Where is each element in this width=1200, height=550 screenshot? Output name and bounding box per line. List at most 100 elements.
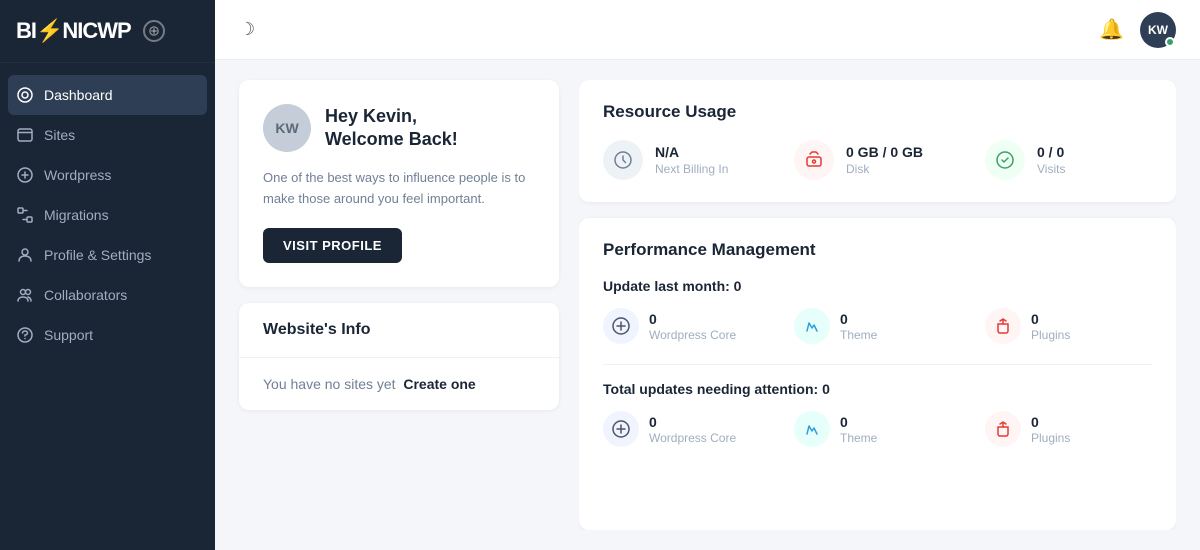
migrations-icon bbox=[16, 206, 34, 224]
disk-icon bbox=[794, 140, 834, 180]
websites-info-header: Website's Info bbox=[239, 303, 559, 358]
plugins-value: 0 bbox=[1031, 311, 1070, 327]
billing-label: Next Billing In bbox=[655, 162, 728, 176]
dashboard-icon bbox=[16, 86, 34, 104]
theme-info: 0 Theme bbox=[840, 311, 877, 342]
user-avatar-button[interactable]: KW bbox=[1140, 12, 1176, 48]
online-status-dot bbox=[1165, 37, 1175, 47]
attention-theme-info: 0 Theme bbox=[840, 414, 877, 445]
sidebar-item-migrations[interactable]: Migrations bbox=[0, 195, 215, 235]
plugins-label: Plugins bbox=[1031, 328, 1070, 342]
attention-theme-icon bbox=[794, 411, 830, 447]
attention-plugins: 0 Plugins bbox=[985, 411, 1152, 447]
websites-info-card: Website's Info You have no sites yet Cre… bbox=[239, 303, 559, 410]
sites-icon bbox=[16, 126, 34, 144]
attention-theme-label: Theme bbox=[840, 431, 877, 445]
resource-grid: N/A Next Billing In 0 GB / 0 GB Disk bbox=[603, 140, 1152, 180]
attention-grid: 0 Wordpress Core 0 Theme bbox=[603, 411, 1152, 447]
sidebar-item-dashboard[interactable]: Dashboard bbox=[8, 75, 207, 115]
welcome-heading: Hey Kevin, Welcome Back! bbox=[325, 105, 458, 152]
support-icon bbox=[16, 326, 34, 344]
sidebar-item-label: Sites bbox=[44, 127, 75, 143]
content-area: KW Hey Kevin, Welcome Back! One of the b… bbox=[215, 60, 1200, 550]
visits-label: Visits bbox=[1037, 162, 1065, 176]
sidebar-item-profile[interactable]: Profile & Settings bbox=[0, 235, 215, 275]
attention-wp-value: 0 bbox=[649, 414, 736, 430]
welcome-text: Hey Kevin, Welcome Back! bbox=[325, 105, 458, 152]
sidebar-item-label: Collaborators bbox=[44, 287, 127, 303]
attention-wp-icon bbox=[603, 411, 639, 447]
wp-core-info: 0 Wordpress Core bbox=[649, 311, 736, 342]
sidebar-item-support[interactable]: Support bbox=[0, 315, 215, 355]
resource-usage-card: Resource Usage N/A Next Billing In bbox=[579, 80, 1176, 202]
theme-label: Theme bbox=[840, 328, 877, 342]
attention-wp-info: 0 Wordpress Core bbox=[649, 414, 736, 445]
no-sites-message: You have no sites yet Create one bbox=[263, 376, 535, 392]
welcome-card: KW Hey Kevin, Welcome Back! One of the b… bbox=[239, 80, 559, 287]
theme-icon bbox=[794, 308, 830, 344]
sidebar-nav: Dashboard Sites Wordpress Migrations bbox=[0, 63, 215, 550]
wp-core-value: 0 bbox=[649, 311, 736, 327]
sidebar-item-collaborators[interactable]: Collaborators bbox=[0, 275, 215, 315]
visits-value: 0 / 0 bbox=[1037, 144, 1065, 160]
disk-label: Disk bbox=[846, 162, 923, 176]
billing-value: N/A bbox=[655, 144, 728, 160]
sidebar-item-label: Support bbox=[44, 327, 93, 343]
disk-value: 0 GB / 0 GB bbox=[846, 144, 923, 160]
resource-visits: 0 / 0 Visits bbox=[985, 140, 1152, 180]
profile-icon bbox=[16, 246, 34, 264]
last-month-plugins: 0 Plugins bbox=[985, 308, 1152, 344]
resource-billing: N/A Next Billing In bbox=[603, 140, 770, 180]
section-divider bbox=[603, 364, 1152, 365]
plugin-icon bbox=[985, 308, 1021, 344]
sidebar-item-label: Profile & Settings bbox=[44, 247, 151, 263]
billing-info: N/A Next Billing In bbox=[655, 144, 728, 176]
visit-profile-button[interactable]: VISIT PROFILE bbox=[263, 228, 402, 263]
last-month-grid: 0 Wordpress Core 0 Theme bbox=[603, 308, 1152, 344]
billing-icon bbox=[603, 140, 643, 180]
user-avatar-large: KW bbox=[263, 104, 311, 152]
last-month-theme: 0 Theme bbox=[794, 308, 961, 344]
attention-label: Total updates needing attention: 0 bbox=[603, 381, 1152, 397]
logo-text: BI⚡NICWP bbox=[16, 18, 131, 44]
sidebar-item-sites[interactable]: Sites bbox=[0, 115, 215, 155]
collaborators-icon bbox=[16, 286, 34, 304]
wordpress-icon bbox=[16, 166, 34, 184]
notifications-bell[interactable]: 🔔 bbox=[1099, 17, 1124, 42]
attention-wp-core: 0 Wordpress Core bbox=[603, 411, 770, 447]
attention-section: Total updates needing attention: 0 0 Wor… bbox=[603, 381, 1152, 447]
sidebar: BI⚡NICWP Dashboard Sites bbox=[0, 0, 215, 550]
sidebar-item-label: Migrations bbox=[44, 207, 109, 223]
attention-theme-value: 0 bbox=[840, 414, 877, 430]
topbar-right: 🔔 KW bbox=[1099, 12, 1176, 48]
visits-icon bbox=[985, 140, 1025, 180]
websites-info-body: You have no sites yet Create one bbox=[239, 358, 559, 410]
logo-add-icon[interactable] bbox=[143, 20, 165, 42]
attention-plugin-icon bbox=[985, 411, 1021, 447]
welcome-quote: One of the best ways to influence people… bbox=[263, 168, 535, 210]
dark-mode-toggle[interactable]: ☽ bbox=[239, 19, 255, 40]
last-month-wp-core: 0 Wordpress Core bbox=[603, 308, 770, 344]
right-column: Resource Usage N/A Next Billing In bbox=[579, 80, 1176, 530]
resource-usage-title: Resource Usage bbox=[603, 102, 1152, 122]
attention-plugins-value: 0 bbox=[1031, 414, 1070, 430]
main-content: ☽ 🔔 KW KW Hey Kevin, bbox=[215, 0, 1200, 550]
user-initials: KW bbox=[1148, 23, 1168, 37]
sidebar-item-wordpress[interactable]: Wordpress bbox=[0, 155, 215, 195]
create-site-link[interactable]: Create one bbox=[403, 376, 475, 392]
topbar-left: ☽ bbox=[239, 19, 255, 40]
last-month-section: Update last month: 0 0 Wordpress Core bbox=[603, 278, 1152, 344]
last-month-label: Update last month: 0 bbox=[603, 278, 1152, 294]
logo: BI⚡NICWP bbox=[0, 0, 215, 63]
left-column: KW Hey Kevin, Welcome Back! One of the b… bbox=[239, 80, 559, 530]
resource-disk: 0 GB / 0 GB Disk bbox=[794, 140, 961, 180]
attention-plugins-label: Plugins bbox=[1031, 431, 1070, 445]
attention-wp-label: Wordpress Core bbox=[649, 431, 736, 445]
attention-theme: 0 Theme bbox=[794, 411, 961, 447]
attention-plugins-info: 0 Plugins bbox=[1031, 414, 1070, 445]
disk-info: 0 GB / 0 GB Disk bbox=[846, 144, 923, 176]
sidebar-item-label: Dashboard bbox=[44, 87, 113, 103]
topbar: ☽ 🔔 KW bbox=[215, 0, 1200, 60]
sidebar-item-label: Wordpress bbox=[44, 167, 111, 183]
performance-title: Performance Management bbox=[603, 240, 1152, 260]
